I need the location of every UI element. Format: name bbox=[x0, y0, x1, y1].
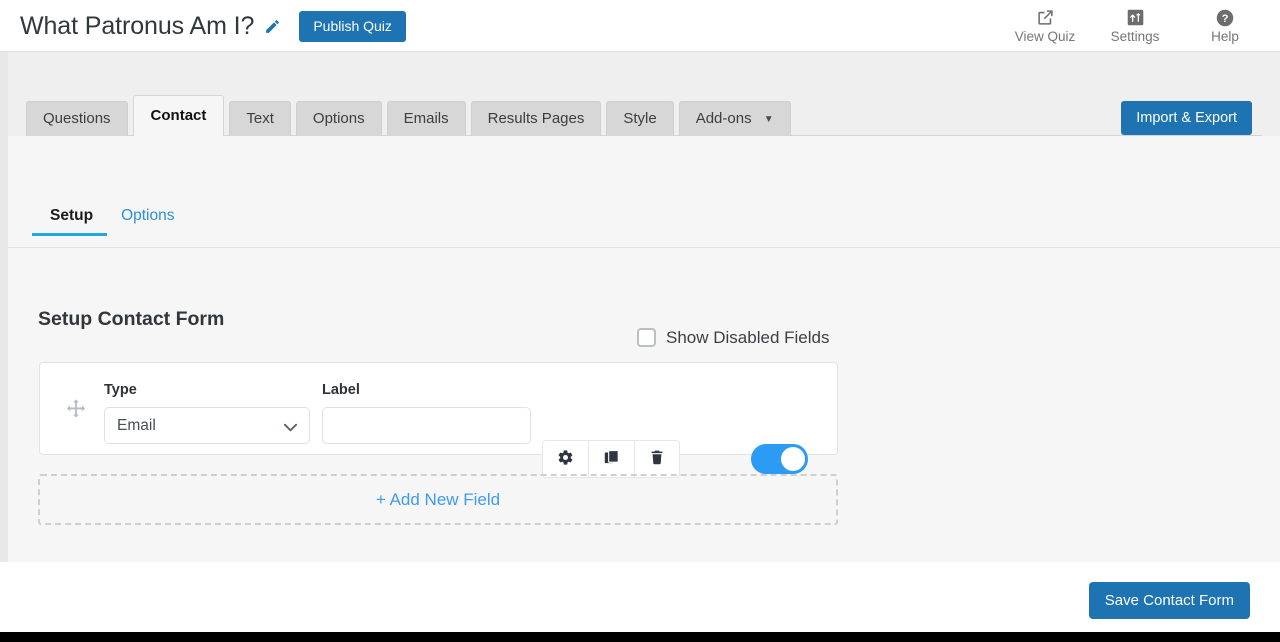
sliders-icon bbox=[1127, 8, 1144, 27]
view-quiz-label: View Quiz bbox=[1014, 29, 1076, 45]
tab-questions-label: Questions bbox=[43, 109, 111, 127]
tab-list: Questions Contact Text Options Emails Re… bbox=[26, 94, 791, 136]
field-type-select-wrap: Email bbox=[104, 406, 310, 444]
field-label-column: Label bbox=[322, 383, 531, 444]
tab-questions[interactable]: Questions bbox=[26, 100, 128, 136]
toggle-knob bbox=[781, 447, 805, 471]
gear-icon bbox=[557, 449, 574, 469]
tab-emails[interactable]: Emails bbox=[386, 100, 466, 136]
view-quiz-action[interactable]: View Quiz bbox=[1000, 0, 1090, 52]
quiz-editor-page: What Patronus Am I? Publish Quiz View Qu… bbox=[0, 0, 1280, 642]
subtab-setup-label: Setup bbox=[50, 207, 94, 224]
tab-options-label: Options bbox=[312, 109, 365, 127]
sub-tab-list: Setup Options bbox=[32, 208, 188, 236]
trash-icon bbox=[649, 449, 665, 469]
field-type-select[interactable]: Email bbox=[104, 406, 310, 444]
save-contact-form-button[interactable]: Save Contact Form bbox=[1088, 582, 1250, 619]
svg-text:?: ? bbox=[1222, 13, 1229, 25]
tab-text-label: Text bbox=[246, 109, 274, 127]
subtab-setup[interactable]: Setup bbox=[32, 207, 108, 236]
tab-emails-label: Emails bbox=[403, 109, 449, 127]
title-group: What Patronus Am I? Publish Quiz bbox=[20, 0, 406, 52]
tab-style[interactable]: Style bbox=[606, 100, 674, 136]
pencil-icon[interactable] bbox=[264, 18, 281, 35]
import-export-button[interactable]: Import & Export bbox=[1121, 100, 1252, 135]
question-circle-icon: ? bbox=[1216, 8, 1234, 27]
content-area: Questions Contact Text Options Emails Re… bbox=[0, 52, 1280, 562]
bottom-bar bbox=[0, 632, 1280, 642]
field-duplicate-button[interactable] bbox=[588, 440, 634, 478]
settings-action[interactable]: Settings bbox=[1090, 0, 1180, 52]
chevron-down-icon: ▼ bbox=[763, 113, 774, 125]
checkbox-box[interactable] bbox=[637, 328, 656, 347]
header-actions: View Quiz Settings ? Help bbox=[1000, 0, 1270, 52]
section-heading: Setup Contact Form bbox=[38, 308, 225, 330]
field-enabled-toggle[interactable] bbox=[751, 444, 808, 474]
page-header: What Patronus Am I? Publish Quiz View Qu… bbox=[0, 0, 1280, 52]
help-label: Help bbox=[1211, 29, 1239, 45]
show-disabled-fields-label: Show Disabled Fields bbox=[666, 328, 830, 347]
show-disabled-fields-checkbox[interactable]: Show Disabled Fields bbox=[637, 328, 829, 347]
field-delete-button[interactable] bbox=[634, 440, 680, 478]
external-link-icon bbox=[1037, 8, 1054, 27]
contact-field-row: Type Email Label bbox=[39, 362, 838, 478]
field-type-label: Type bbox=[104, 382, 137, 398]
field-label-input[interactable] bbox=[322, 406, 531, 444]
publish-quiz-button[interactable]: Publish Quiz bbox=[299, 10, 406, 42]
add-new-field-label: + Add New Field bbox=[375, 490, 501, 509]
field-settings-button[interactable] bbox=[542, 440, 588, 478]
tab-addons-label: Add-ons bbox=[695, 109, 752, 127]
subtab-options-label: Options bbox=[121, 207, 175, 224]
tab-contact[interactable]: Contact bbox=[132, 94, 225, 136]
tab-addons[interactable]: Add-ons ▼ bbox=[678, 100, 791, 136]
tab-results-pages-label: Results Pages bbox=[487, 109, 585, 127]
subtab-options[interactable]: Options bbox=[107, 208, 188, 236]
help-action[interactable]: ? Help bbox=[1180, 0, 1270, 52]
sub-tab-rule bbox=[8, 247, 1280, 248]
left-rail bbox=[0, 52, 8, 562]
tab-contact-label: Contact bbox=[150, 106, 207, 124]
tab-text[interactable]: Text bbox=[229, 100, 291, 136]
add-new-field-button[interactable]: + Add New Field bbox=[38, 474, 838, 525]
settings-label: Settings bbox=[1110, 29, 1160, 45]
page-footer: Save Contact Form bbox=[0, 562, 1280, 632]
tab-options[interactable]: Options bbox=[295, 100, 382, 136]
copy-icon bbox=[603, 449, 620, 469]
field-label-caption: Label bbox=[322, 382, 360, 398]
field-action-buttons bbox=[542, 440, 680, 478]
tab-style-label: Style bbox=[623, 109, 657, 127]
field-type-column: Type Email bbox=[104, 383, 310, 444]
contact-panel: Setup Options Setup Contact Form Show Di… bbox=[8, 136, 1280, 562]
page-title: What Patronus Am I? bbox=[20, 11, 255, 40]
move-arrows-icon[interactable] bbox=[65, 398, 87, 420]
main-tab-strip: Questions Contact Text Options Emails Re… bbox=[26, 92, 1262, 136]
tab-results-pages[interactable]: Results Pages bbox=[470, 100, 602, 136]
